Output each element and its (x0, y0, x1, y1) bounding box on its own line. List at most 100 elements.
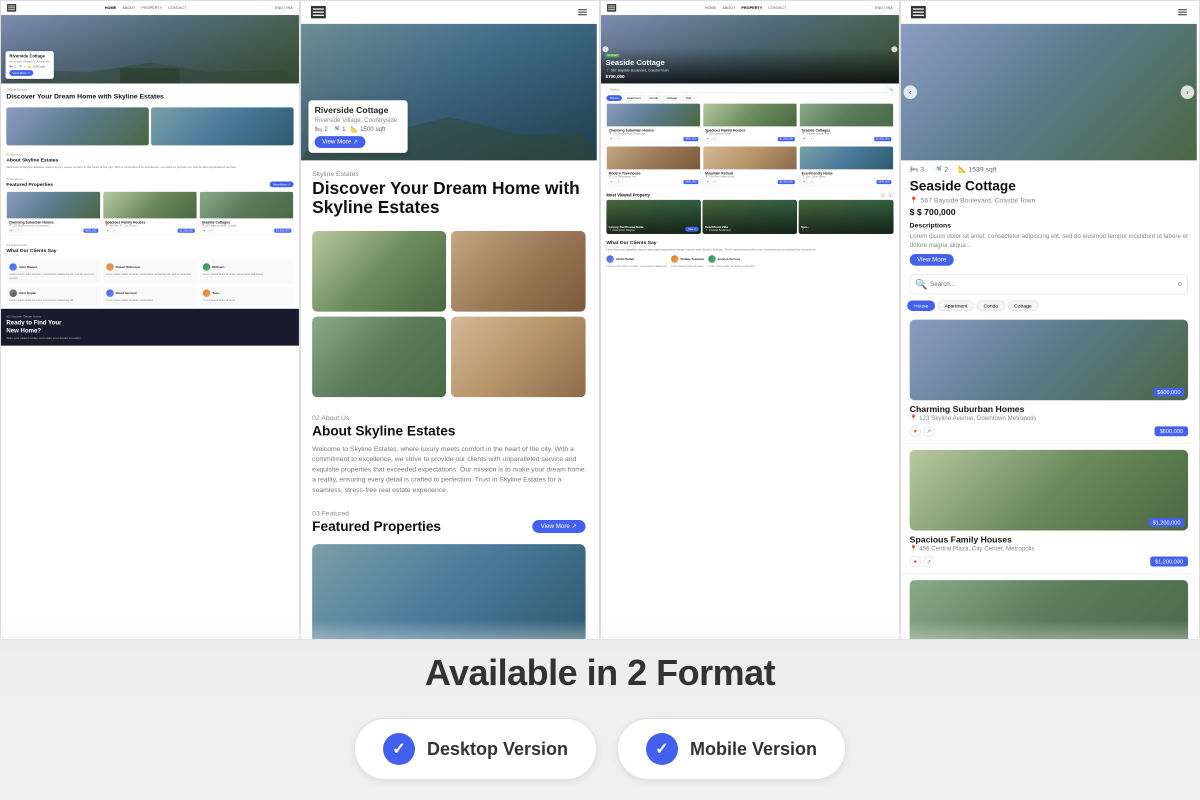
panel2-property-card: Riverside Cottage Riverside Village, Cou… (308, 100, 407, 153)
panel2-view-more[interactable]: View More ↗ (315, 136, 366, 148)
panel2-view-more-feat[interactable]: View More ↗ (532, 520, 585, 533)
panel3-hero-overlay: Contract Seaside Cottage 📍 567 Bayside B… (601, 48, 899, 84)
test1-avatar (9, 263, 17, 271)
p3c1-share[interactable]: ↗ (615, 136, 620, 141)
p3-carousel-left[interactable]: ‹ (603, 46, 609, 52)
p4-c2-share[interactable]: ↗ (923, 556, 934, 567)
version-buttons: ✓ Desktop Version ✓ Mobile Version (354, 718, 846, 780)
panel4-logo (911, 6, 926, 18)
panel1-feat-view-more[interactable]: View More ↗ (270, 182, 294, 188)
p3c5-like[interactable]: ♥ (705, 179, 710, 184)
p4-filter-apt[interactable]: Apartment (938, 300, 975, 311)
p3-nav-home[interactable]: HOME (705, 6, 716, 10)
card2-like[interactable]: ♥ (105, 228, 110, 233)
panel1-section2: 02 About Us About Skyline Estates Welcom… (1, 148, 299, 174)
p4-filter-condo[interactable]: Condo (977, 300, 1005, 311)
panel1-cta: 05 Discover Dream Home Ready to Find You… (1, 309, 299, 346)
panel2-grid-4 (451, 316, 585, 397)
card3-share[interactable]: ↗ (208, 228, 213, 233)
p3-prop-4: Modern Townhouse 📍 134 Pleasanton Ave ♥ … (606, 146, 700, 187)
panel4-prop-list: $600,000 Charming Suburban Homes 📍 123 S… (901, 313, 1197, 640)
panel4-filter-icon[interactable]: ⚙ (1177, 281, 1182, 288)
desktop-version-btn[interactable]: ✓ Desktop Version (354, 718, 597, 780)
panel4-hero-img (901, 24, 1197, 160)
panel4-carousel-right[interactable]: › (1180, 85, 1194, 99)
p3-filter-condo[interactable]: Condo (646, 95, 662, 101)
card1-like[interactable]: ♥ (9, 228, 14, 233)
panel2-hero: Riverside Cottage Riverside Village, Cou… (301, 24, 597, 160)
panel1-test-4: John Kepler Lorem ipsum dolor sit amet, … (6, 286, 100, 305)
panel3-nav-links: HOME ABOUT PROPERTY CONTACT (705, 6, 787, 10)
panel1-s3-label: 03 Featured (6, 177, 53, 180)
panel4-view-more[interactable]: View More (910, 254, 954, 266)
panel2-menu[interactable] (578, 9, 587, 15)
p3c4-share[interactable]: ↗ (615, 179, 620, 184)
p3-nav-contact[interactable]: CONTACT (768, 6, 786, 10)
p3-nav-property[interactable]: PROPERTY (741, 6, 762, 10)
p3-filter-house[interactable]: House (606, 95, 622, 101)
nav-about[interactable]: ABOUT (122, 6, 135, 10)
mobile-version-btn[interactable]: ✓ Mobile Version (617, 718, 846, 780)
p3-hero-title: Seaside Cottage (606, 59, 895, 68)
panel1-s2-label: 02 About Us (6, 153, 293, 156)
panel1-s1-title: Discover Your Dream Home with Skyline Es… (6, 92, 293, 100)
p4-filter-house[interactable]: House (907, 300, 935, 311)
p4-c1-like[interactable]: ♥ (910, 426, 921, 437)
p3-hero-price: $700,000 (606, 74, 895, 79)
p3c2-like[interactable]: ♥ (705, 136, 710, 141)
panel4-prop-meta: 🛏 3 🚿 2 📐 1539 sqft (901, 160, 1197, 178)
p3-mv-prev[interactable]: ‹ (880, 192, 886, 198)
panel4-carousel-left[interactable]: ‹ (903, 85, 917, 99)
p3c5-share[interactable]: ↗ (712, 179, 717, 184)
nav-home[interactable]: HOME (105, 6, 116, 10)
p3c1-like[interactable]: ♥ (609, 136, 614, 141)
panel1-prop-card-2: Spacious Family Houses 📍 490 Elm Pl, Cit… (103, 191, 197, 235)
p3-carousel-right[interactable]: › (891, 46, 897, 52)
panel4-search-input[interactable] (930, 281, 1175, 288)
panel4-prop-price: $ $ 700,000 (910, 207, 1188, 217)
p3-nav-about[interactable]: ABOUT (722, 6, 735, 10)
panel2-grid-3 (312, 316, 446, 397)
card2-share[interactable]: ↗ (112, 228, 117, 233)
panel4-prop-loc: 📍 567 Bayside Boulevard, Coastal Town (910, 196, 1188, 204)
test2-avatar (106, 263, 114, 271)
panel1-prop-grid: Charming Suburban Homes 📍 125 Bloom Aven… (1, 191, 299, 239)
panel1-view-more[interactable]: View More ↗ (9, 70, 33, 76)
panel1-test-6: Tom... Lorem ipsum dolor sit amet. (200, 286, 294, 305)
panel2-section1: Skyline Estates Discover Your Dream Home… (301, 160, 597, 230)
panel3-search-input[interactable] (606, 86, 887, 93)
p4-c2-like[interactable]: ♥ (910, 556, 921, 567)
p4-baths: 🚿 2 (934, 165, 948, 173)
p3-most-viewed-title: Most Viewed Property (606, 193, 650, 198)
panel2-logo (311, 6, 326, 18)
p3-mv-next[interactable]: › (887, 192, 893, 198)
p3c2-share[interactable]: ↗ (712, 136, 717, 141)
p3-filter-villa[interactable]: Villa (682, 95, 695, 101)
p3-filter-apartment[interactable]: Apartment (623, 95, 644, 101)
panel1-s4-title: What Our Clients Say (6, 248, 293, 254)
nav-contact[interactable]: CONTACT (168, 6, 186, 10)
p3-filter-cottage[interactable]: Cottage (663, 95, 680, 101)
p4-prop1-info: Charming Suburban Homes 📍 123 Skyline Av… (910, 400, 1188, 437)
p4-c1-share[interactable]: ↗ (923, 426, 934, 437)
p3c3-share[interactable]: ↗ (808, 136, 813, 141)
panel1-prop-grid-2col (1, 107, 299, 148)
p4-filter-cottage[interactable]: Cottage (1007, 300, 1038, 311)
panel4-desc-text: Lorem ipsum dolor sit amet, consectetur … (910, 232, 1188, 251)
p3c4-like[interactable]: ♥ (609, 179, 614, 184)
panel4-menu[interactable] (1178, 9, 1187, 15)
p3c6-share[interactable]: ↗ (808, 179, 813, 184)
nav-property[interactable]: PROPERTY (141, 6, 162, 10)
panel1-testimonials: John Daaver Lorem ipsum dolor sit amet, … (1, 260, 299, 308)
p3c3-like[interactable]: ♥ (802, 136, 807, 141)
p3-mv-1-btn[interactable]: View ↗ (685, 227, 699, 232)
p3c6-like[interactable]: ♥ (802, 179, 807, 184)
panel2-grid-2 (451, 231, 585, 312)
panel2-about: 02 About Us About Skyline Estates Welcom… (301, 404, 597, 505)
card3-like[interactable]: ♥ (202, 228, 207, 233)
panel3-prop-grid: Charming Suburban Homes 📍 125 Elm Avenue… (601, 103, 899, 190)
panel1-hero-meta: 🛏 2 🚿 1 📐 1500 sqft (9, 65, 49, 68)
panel3-search-icon[interactable]: 🔍 (889, 87, 893, 91)
panel4-hero: ‹ › (901, 24, 1197, 160)
card1-share[interactable]: ↗ (15, 228, 20, 233)
